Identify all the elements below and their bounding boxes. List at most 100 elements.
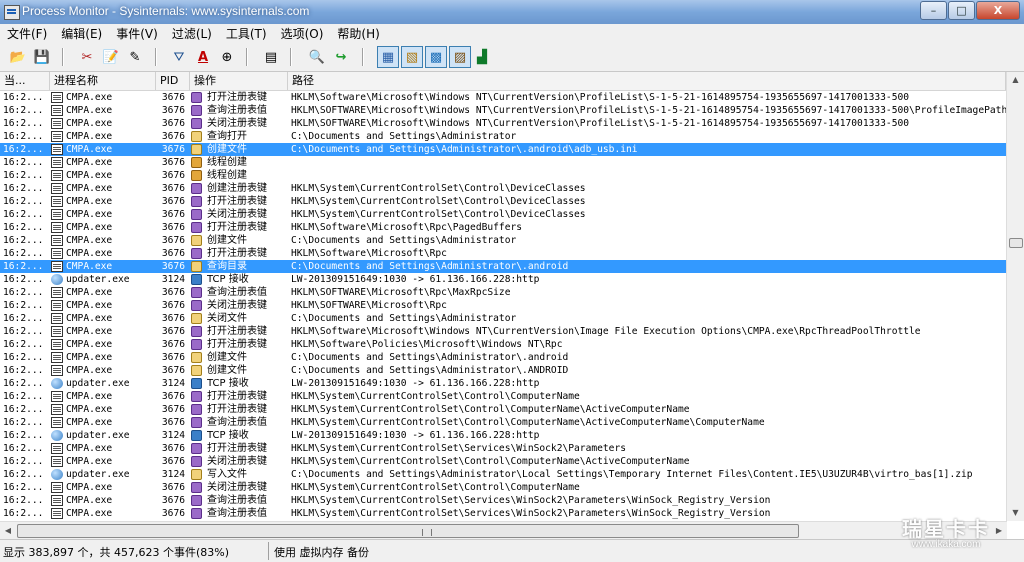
scroll-up-icon[interactable]: ▲ [1007,72,1024,88]
show-registry-icon[interactable]: ▦ [377,46,399,68]
table-row[interactable]: 16:2...CMPA.exe3676打开注册表键HKLM\Software\M… [0,91,1006,104]
event-path: HKLM\Software\Microsoft\Rpc\PagedBuffers [291,221,1006,234]
table-row[interactable]: 16:2...CMPA.exe3676打开注册表键HKLM\System\Cur… [0,403,1006,416]
menu-edit[interactable]: 编辑(E) [54,24,109,44]
scroll-left-icon[interactable]: ◀ [0,522,16,539]
table-row[interactable]: 16:2...CMPA.exe3676关闭注册表键HKLM\System\Cur… [0,481,1006,494]
highlight-icon[interactable]: A [194,48,212,66]
table-row[interactable]: 16:2...CMPA.exe3676创建文件C:\Documents and … [0,364,1006,377]
jump-icon[interactable]: ↪ [332,48,350,66]
event-time: 16:2... [3,455,47,468]
event-time: 16:2... [3,234,47,247]
table-row[interactable]: 16:2...CMPA.exe3676打开注册表键HKLM\Software\M… [0,221,1006,234]
menu-help[interactable]: 帮助(H) [330,24,386,44]
event-time: 16:2... [3,325,47,338]
table-row[interactable]: 16:2...CMPA.exe3676打开注册表键HKLM\Software\M… [0,247,1006,260]
table-row[interactable]: 16:2...updater.exe3124TCP 接收LW-201309151… [0,429,1006,442]
event-time: 16:2... [3,377,47,390]
minimize-button[interactable]: – [920,1,947,20]
table-row[interactable]: 16:2...CMPA.exe3676打开注册表键HKLM\System\Cur… [0,442,1006,455]
vertical-scrollbar[interactable]: ▲ ▼ [1006,72,1024,521]
capture-icon[interactable]: ✂ [78,48,96,66]
table-row[interactable]: 16:2...CMPA.exe3676关闭注册表键HKLM\SOFTWARE\M… [0,117,1006,130]
save-icon[interactable]: 💾 [33,48,51,66]
show-filesystem-icon[interactable]: ▧ [401,46,423,68]
close-button[interactable]: X [976,1,1020,20]
table-row[interactable]: 16:2...CMPA.exe3676关闭注册表键HKLM\SOFTWARE\M… [0,299,1006,312]
show-profiling-icon[interactable]: ▟ [473,48,491,66]
table-row[interactable]: 16:2...CMPA.exe3676线程创建 [0,169,1006,182]
menu-event[interactable]: 事件(V) [109,24,165,44]
cmpa-process-icon [51,104,63,117]
table-row[interactable]: 16:2...CMPA.exe3676关闭文件C:\Documents and … [0,312,1006,325]
horizontal-scroll-thumb[interactable] [17,524,799,538]
process-name: CMPA.exe [66,234,156,247]
autoscroll-icon[interactable]: 📝 [102,48,120,66]
process-name: CMPA.exe [66,364,156,377]
event-path: HKLM\System\CurrentControlSet\Control\Co… [291,416,1006,429]
operation-name: 关闭注册表键 [207,455,287,468]
event-path: HKLM\SOFTWARE\Microsoft\Rpc [291,299,1006,312]
table-row[interactable]: 16:2...CMPA.exe3676打开注册表键HKLM\System\Cur… [0,390,1006,403]
table-row[interactable]: 16:2...CMPA.exe3676查询注册表值HKLM\System\Cur… [0,507,1006,520]
show-network-icon[interactable]: ▩ [425,46,447,68]
table-row[interactable]: 16:2...CMPA.exe3676查询注册表值HKLM\SOFTWARE\M… [0,104,1006,117]
table-row[interactable]: 16:2...CMPA.exe3676查询打开C:\Documents and … [0,130,1006,143]
process-name: CMPA.exe [66,104,156,117]
process-name: CMPA.exe [66,260,156,273]
event-list[interactable]: 当... 进程名称 PID 操作 路径 16:2...CMPA.exe3676打… [0,72,1024,521]
target-icon[interactable]: ⊕ [218,48,236,66]
table-row[interactable]: 16:2...CMPA.exe3676关闭注册表键HKLM\System\Cur… [0,208,1006,221]
process-name: CMPA.exe [66,169,156,182]
horizontal-scrollbar[interactable]: ◀ ▶ [0,521,1007,539]
table-row[interactable]: 16:2...CMPA.exe3676打开注册表键HKLM\Software\P… [0,338,1006,351]
open-icon[interactable]: 📂 [9,48,27,66]
event-path [291,169,1006,182]
ikaka-watermark-logo: 瑞星卡卡 www.ikaka.com [890,513,1002,547]
table-row[interactable]: 16:2...CMPA.exe3676查询目录C:\Documents and … [0,260,1006,273]
table-row[interactable]: 16:2...CMPA.exe3676创建文件C:\Documents and … [0,143,1006,156]
cmpa-process-icon [51,91,63,104]
column-time[interactable]: 当... [0,72,50,90]
cmpa-process-icon [51,364,63,377]
filter-icon[interactable]: ⛛ [170,48,188,66]
event-path: HKLM\Software\Microsoft\Rpc [291,247,1006,260]
event-path: C:\Documents and Settings\Administrator [291,312,1006,325]
menu-options[interactable]: 选项(O) [274,24,331,44]
table-row[interactable]: 16:2...CMPA.exe3676关闭注册表键HKLM\System\Cur… [0,455,1006,468]
event-path: C:\Documents and Settings\Administrator\… [291,260,1006,273]
table-row[interactable]: 16:2...CMPA.exe3676查询注册表值HKLM\System\Cur… [0,494,1006,507]
table-row[interactable]: 16:2...CMPA.exe3676打开注册表键HKLM\System\Cur… [0,195,1006,208]
column-path[interactable]: 路径 [288,72,1006,90]
process-tree-icon[interactable]: ▤ [262,48,280,66]
column-operation[interactable]: 操作 [190,72,288,90]
process-name: CMPA.exe [66,156,156,169]
operation-name: 线程创建 [207,169,287,182]
table-row[interactable]: 16:2...updater.exe3124写入文件C:\Documents a… [0,468,1006,481]
file-operation-icon [191,351,203,364]
table-row[interactable]: 16:2...CMPA.exe3676创建文件C:\Documents and … [0,351,1006,364]
menu-tools[interactable]: 工具(T) [219,24,274,44]
table-row[interactable]: 16:2...updater.exe3124TCP 接收LW-201309151… [0,273,1006,286]
table-row[interactable]: 16:2...updater.exe3124TCP 接收LW-201309151… [0,377,1006,390]
column-process-name[interactable]: 进程名称 [50,72,156,90]
table-row[interactable]: 16:2...CMPA.exe3676线程创建 [0,156,1006,169]
table-row[interactable]: 16:2...CMPA.exe3676打开注册表键HKLM\Software\M… [0,325,1006,338]
table-row[interactable]: 16:2...CMPA.exe3676查询注册表值HKLM\SOFTWARE\M… [0,286,1006,299]
table-row[interactable]: 16:2...CMPA.exe3676创建文件C:\Documents and … [0,234,1006,247]
maximize-button[interactable]: □ [948,1,975,20]
menu-file[interactable]: 文件(F) [0,24,54,44]
scroll-down-icon[interactable]: ▼ [1007,505,1024,521]
clear-icon[interactable]: ✎ [126,48,144,66]
table-row[interactable]: 16:2...CMPA.exe3676查询注册表值HKLM\System\Cur… [0,416,1006,429]
table-row[interactable]: 16:2...CMPA.exe3676创建注册表键HKLM\System\Cur… [0,182,1006,195]
show-process-icon[interactable]: ▨ [449,46,471,68]
vertical-scroll-thumb[interactable] [1009,238,1023,248]
process-id: 3676 [158,195,185,208]
column-pid[interactable]: PID [156,72,190,90]
event-time: 16:2... [3,143,47,156]
process-name: CMPA.exe [66,442,156,455]
menu-filter[interactable]: 过滤(L) [165,24,219,44]
find-icon[interactable]: 🔍 [308,48,326,66]
event-time: 16:2... [3,182,47,195]
